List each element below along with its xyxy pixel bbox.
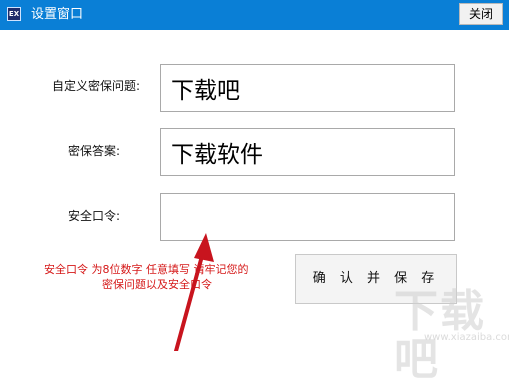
watermark-url: www.xiazaiba.com (424, 332, 509, 343)
watermark-logo: 下载吧 www.xiazaiba.com (388, 288, 509, 384)
